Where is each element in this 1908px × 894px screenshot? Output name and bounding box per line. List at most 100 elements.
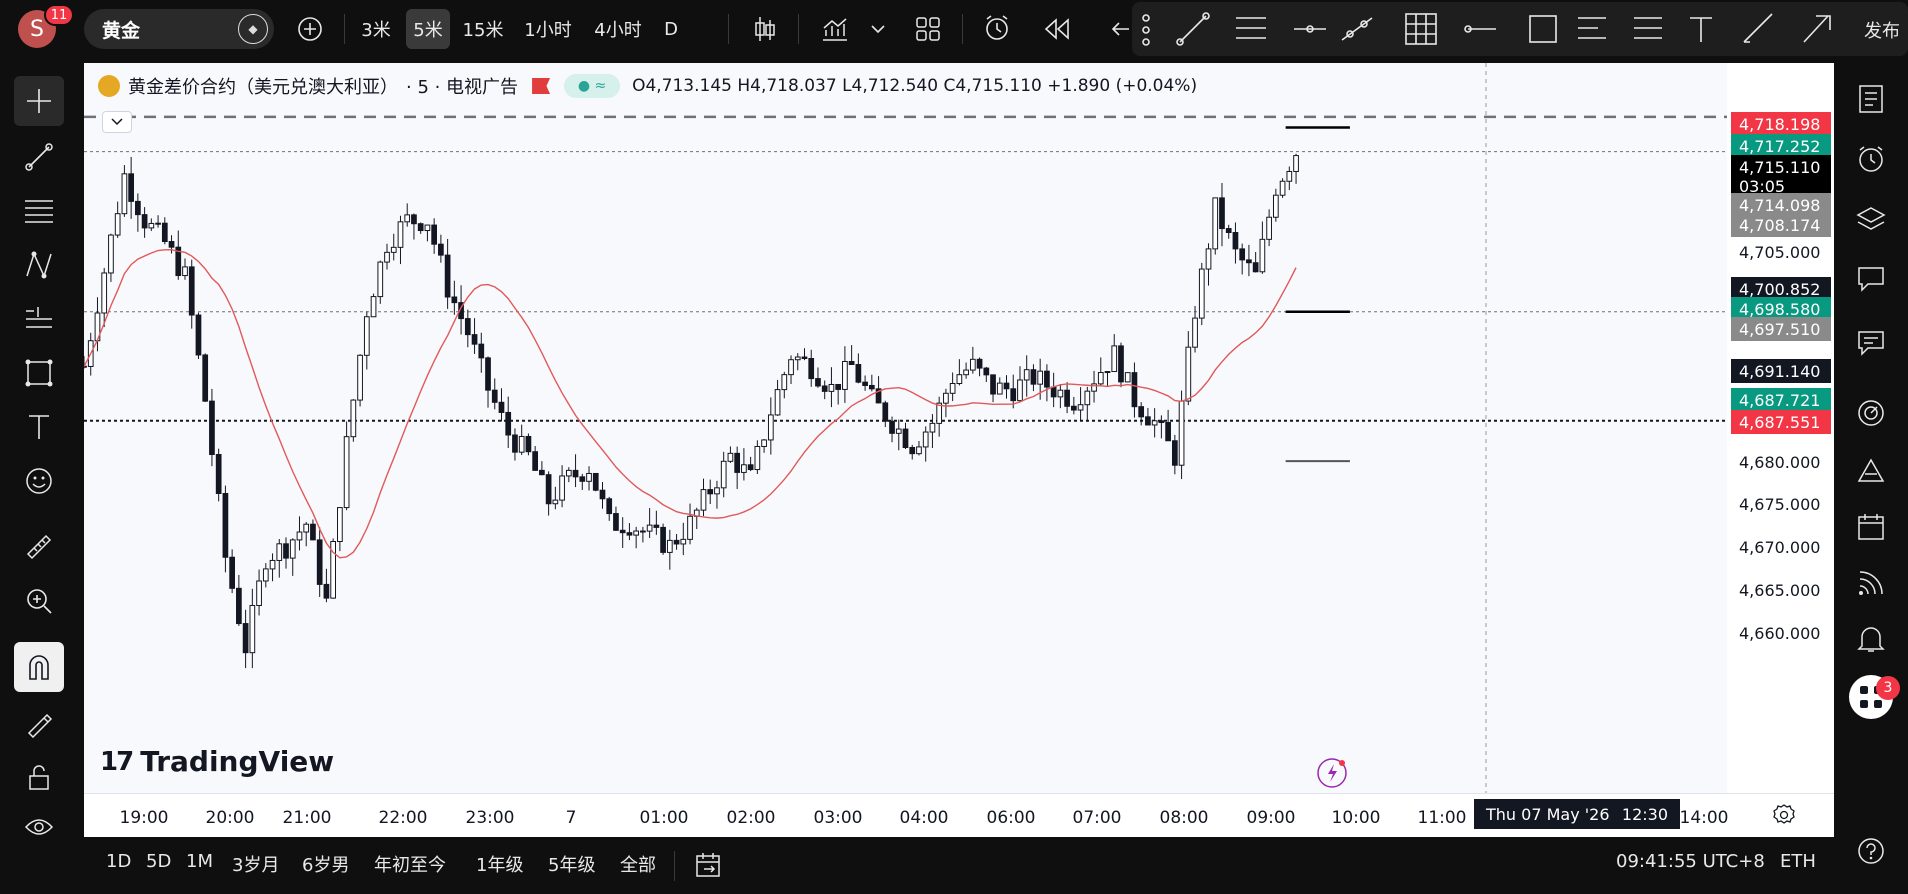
collapse-legend-button[interactable] <box>102 111 132 133</box>
ruler-icon[interactable] <box>14 522 64 572</box>
separator <box>962 14 963 44</box>
time-tick: 23:00 <box>465 808 515 828</box>
candle-body <box>761 439 767 447</box>
unlock-icon[interactable] <box>14 752 64 802</box>
clock[interactable]: 09:41:55 UTC+8 <box>1616 851 1765 872</box>
diamond-icon[interactable]: ◆ <box>238 14 268 44</box>
range-6m[interactable]: 6岁男 <box>302 851 349 877</box>
range-1m[interactable]: 1M <box>186 851 213 872</box>
alarm-clock-icon[interactable] <box>1846 134 1896 184</box>
candles-icon[interactable] <box>748 9 782 49</box>
lock-drawings-icon[interactable] <box>14 698 64 748</box>
price-label-text: 4,698.580 <box>1739 299 1821 319</box>
candle-body <box>1104 371 1111 374</box>
indicator-toggle-pill[interactable]: ● ≈ <box>564 74 621 98</box>
drawing-toolbar: 发布 <box>1132 2 1908 56</box>
drawing-tools-icons[interactable] <box>1132 2 1908 56</box>
emoji-icon[interactable] <box>14 456 64 506</box>
candle-body <box>720 460 727 489</box>
replay-icon[interactable] <box>1040 9 1074 49</box>
calendar-icon[interactable] <box>1846 502 1896 552</box>
interval-5m[interactable]: 5米 <box>406 9 450 49</box>
interval-d[interactable]: D <box>658 9 684 49</box>
chat-icon[interactable] <box>1846 254 1896 304</box>
eye-icon[interactable] <box>14 802 64 852</box>
range-ytd[interactable]: 年初至今 <box>374 851 446 877</box>
help-icon[interactable] <box>1846 826 1896 876</box>
range-5d[interactable]: 5D <box>146 851 171 872</box>
right-widget-rail <box>1834 58 1908 894</box>
broadcast-icon[interactable] <box>1846 558 1896 608</box>
range-3m[interactable]: 3岁月 <box>232 851 279 877</box>
undo-icon[interactable] <box>1110 9 1132 49</box>
interval-4h[interactable]: 4小时 <box>588 9 648 49</box>
candle-body <box>1293 155 1299 172</box>
data-window-icon[interactable] <box>1846 318 1896 368</box>
layers-icon[interactable] <box>1846 194 1896 244</box>
candle-body <box>155 222 161 225</box>
candle-body <box>687 515 693 540</box>
candle-body <box>909 447 916 455</box>
indicators-icon[interactable] <box>818 9 852 49</box>
legend-interval: · 5 · 电视广告 <box>406 77 519 98</box>
symbol-name: 黄金 <box>102 19 141 42</box>
candle-body <box>471 334 478 345</box>
goto-date-icon[interactable] <box>694 851 724 881</box>
pine-icon[interactable] <box>1846 446 1896 496</box>
crosshair-icon[interactable] <box>14 76 64 126</box>
add-symbol-button[interactable] <box>292 9 328 49</box>
range-1y[interactable]: 1年级 <box>476 851 523 877</box>
settings-gear-icon[interactable] <box>1772 803 1796 827</box>
candle-body <box>525 435 532 453</box>
alert-add-icon[interactable] <box>980 9 1016 49</box>
watchlist-icon[interactable] <box>1846 74 1896 124</box>
chart-pane[interactable]: 17 TradingView 黄金差价合约（美元兑澳大利亚） · 5 · 电视广… <box>81 63 1834 837</box>
flag-icon[interactable] <box>532 78 551 94</box>
plot-area[interactable]: 17 TradingView <box>81 63 1727 793</box>
candle-body <box>821 385 828 392</box>
candle-body <box>895 428 902 434</box>
candle-body <box>289 539 296 559</box>
range-5y[interactable]: 5年级 <box>548 851 595 877</box>
market-session[interactable]: ETH <box>1780 851 1816 872</box>
time-tick: 7 <box>565 808 577 828</box>
range-all[interactable]: 全部 <box>620 851 656 877</box>
forecast-icon[interactable] <box>14 294 64 344</box>
zoom-in-icon[interactable] <box>14 576 64 626</box>
interval-15m[interactable]: 15米 <box>458 9 508 49</box>
price-axis[interactable]: 4,718.198 4,717.252 4,715.110 03:05 4,714.09… <box>1727 63 1834 793</box>
bell-icon[interactable] <box>1846 614 1896 664</box>
candle-body <box>1138 406 1145 418</box>
fib-icon[interactable] <box>14 186 64 236</box>
chart-legend[interactable]: 黄金差价合约（美元兑澳大利亚） · 5 · 电视广告 ● ≈ O4,713.14… <box>98 73 1197 99</box>
chevron-down-icon[interactable] <box>868 9 888 49</box>
magnet-icon[interactable] <box>14 642 64 692</box>
interval-3m[interactable]: 3米 <box>356 9 396 49</box>
range-1d[interactable]: 1D <box>106 851 131 872</box>
candle-body <box>673 539 680 545</box>
publish-button[interactable]: 发布 <box>1856 10 1908 50</box>
candlestick-chart[interactable] <box>81 63 1727 793</box>
candle-body <box>983 367 990 376</box>
candle-body <box>653 524 660 528</box>
shapes-icon[interactable] <box>14 348 64 398</box>
layout-icon[interactable] <box>912 9 944 49</box>
candle-body <box>646 524 653 532</box>
pattern-icon[interactable] <box>14 240 64 290</box>
text-icon[interactable] <box>14 402 64 452</box>
candle-body <box>411 214 417 225</box>
trend-line-icon[interactable] <box>14 132 64 182</box>
candle-body <box>384 251 390 263</box>
candle-body <box>195 314 202 356</box>
lightning-icon[interactable] <box>1316 757 1348 789</box>
symbol-search[interactable]: 黄金 ◆ <box>84 9 274 49</box>
time-tick: 19:00 <box>119 808 169 828</box>
candle-body <box>606 498 613 515</box>
candle-body <box>990 374 996 395</box>
price-label-text: 4,697.510 <box>1739 319 1821 339</box>
interval-1h[interactable]: 1小时 <box>518 9 578 49</box>
candle-body <box>1165 422 1171 442</box>
candle-body <box>135 200 141 216</box>
compass-icon[interactable] <box>1846 388 1896 438</box>
candle-body <box>1212 197 1219 250</box>
